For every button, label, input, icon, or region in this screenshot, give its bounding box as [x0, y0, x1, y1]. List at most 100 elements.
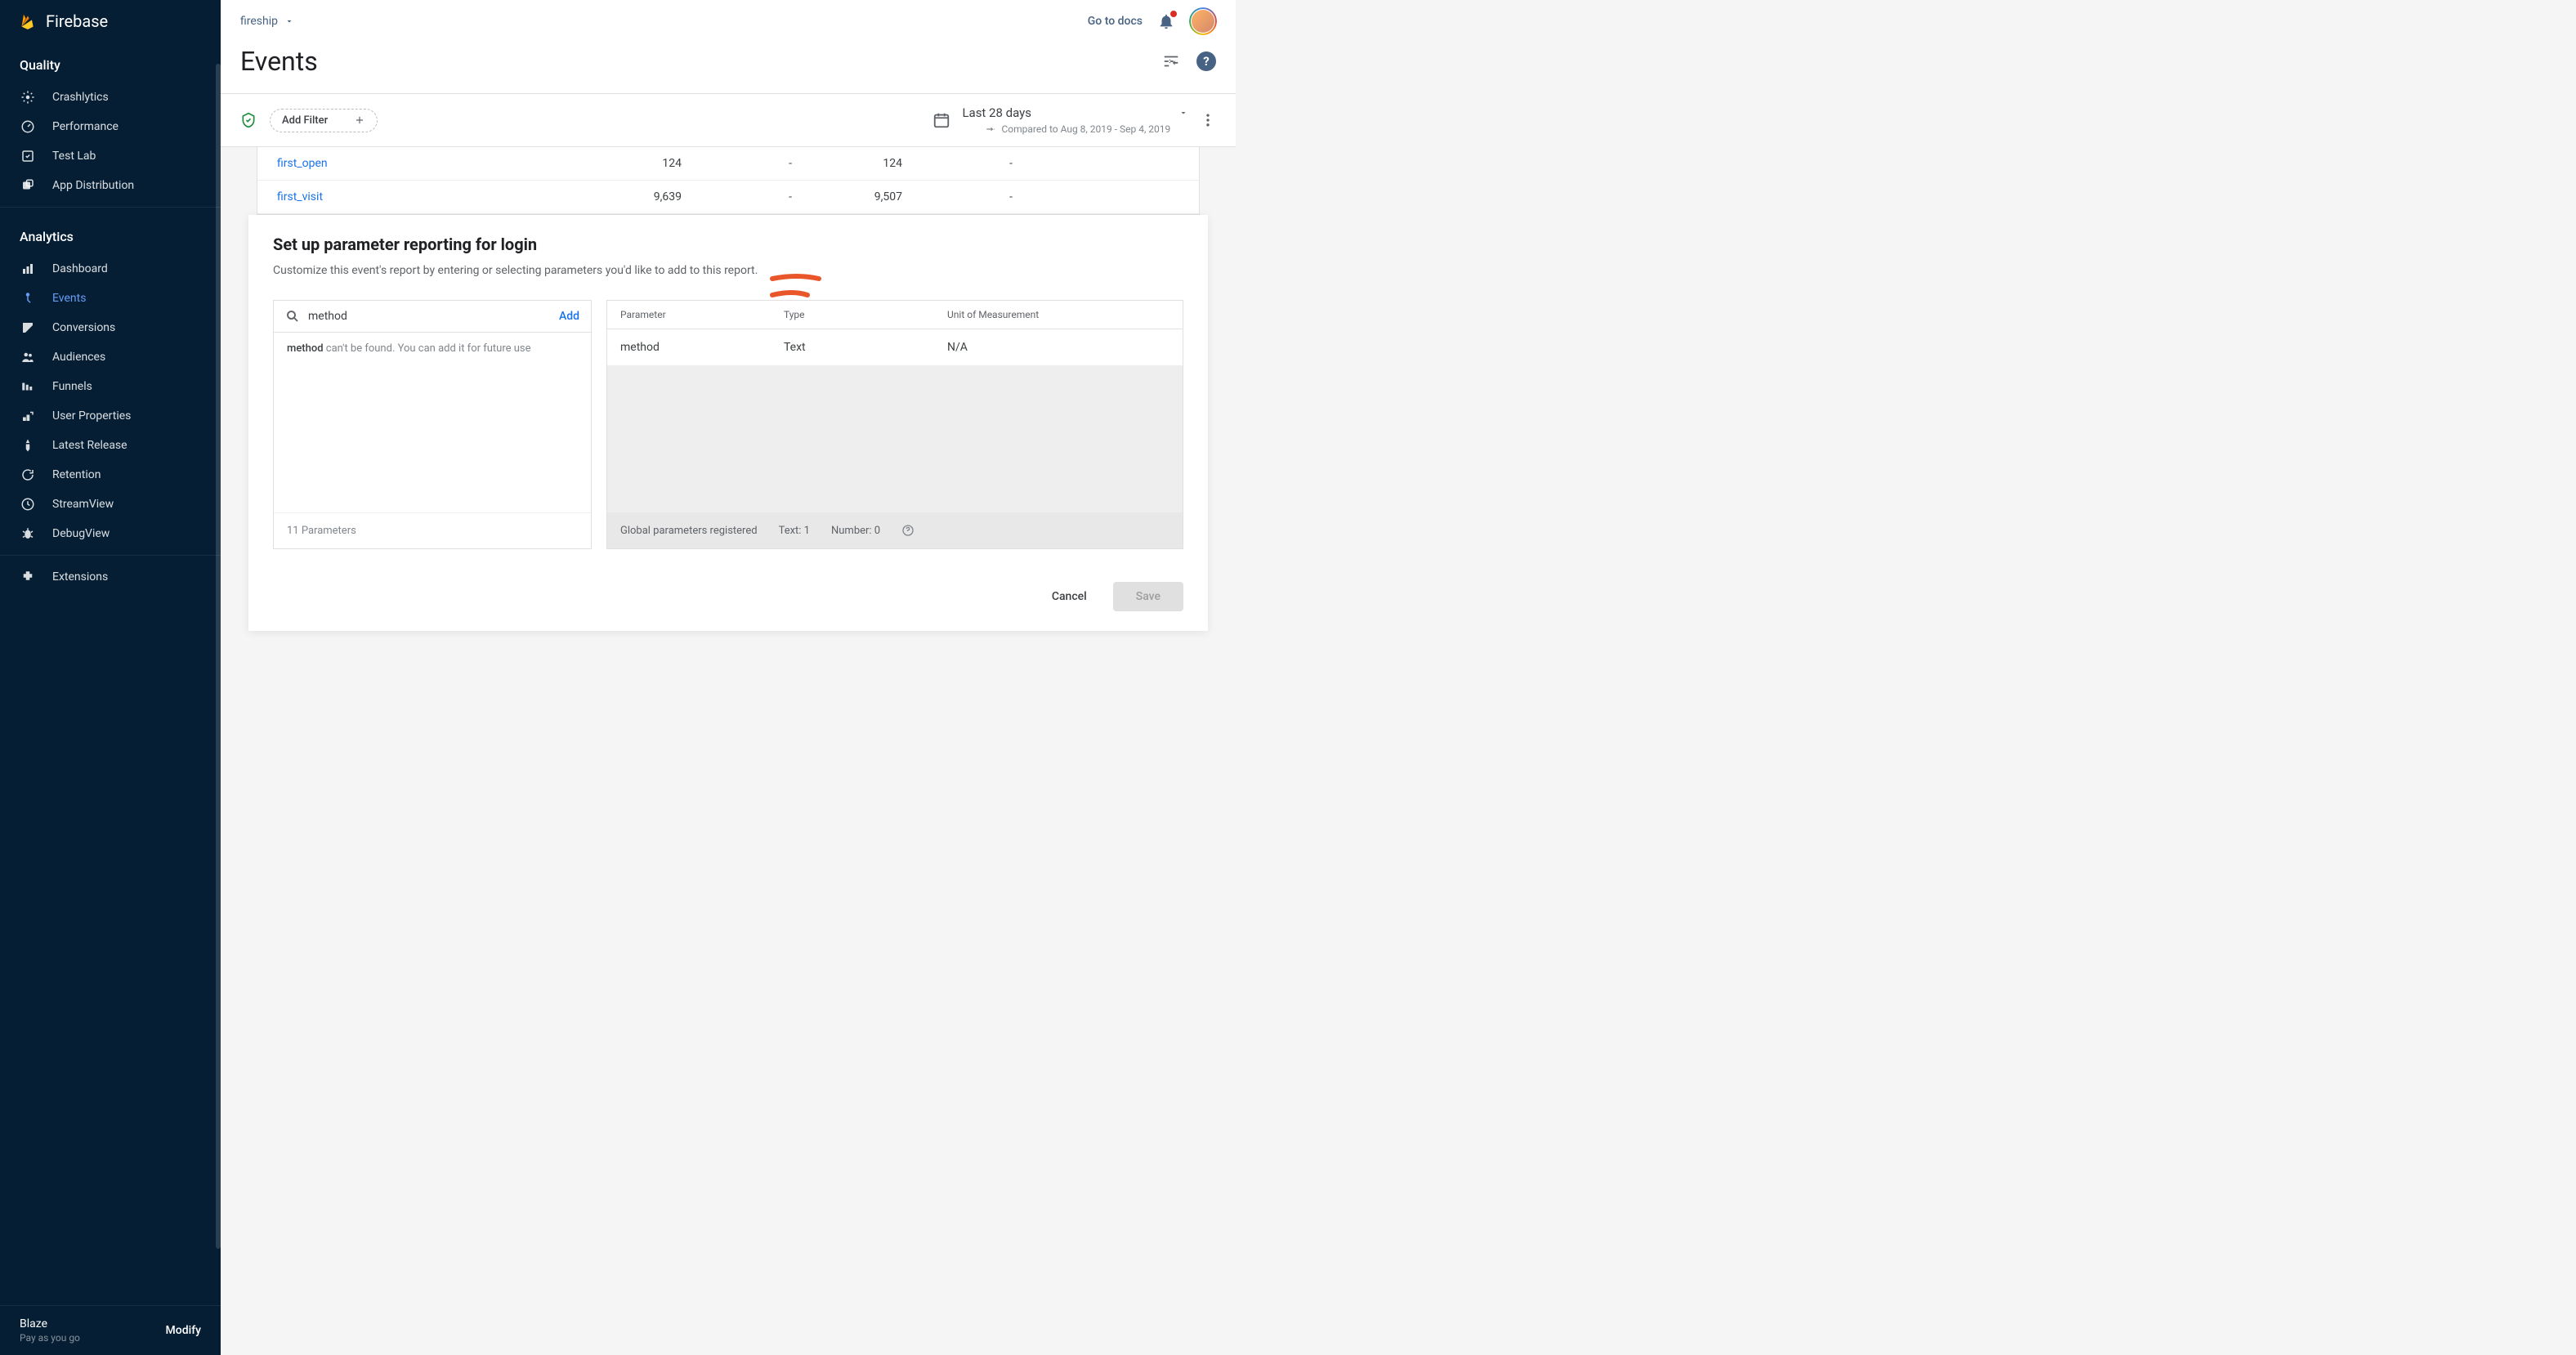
sidebar-item-label: Latest Release [52, 439, 127, 452]
text-count: Text: 1 [779, 525, 810, 537]
chevron-down-icon [1178, 108, 1188, 118]
add-filter-label: Add Filter [282, 114, 328, 127]
sidebar-item-funnels[interactable]: Funnels [0, 372, 221, 401]
debugview-icon [20, 525, 36, 542]
sidebar-item-retention[interactable]: Retention [0, 460, 221, 490]
modify-link[interactable]: Modify [166, 1324, 201, 1337]
table-row[interactable]: first_open 124 - 124 - [257, 147, 1199, 181]
add-filter-button[interactable]: Add Filter [270, 109, 378, 132]
param-name: method [620, 341, 784, 354]
date-range-selector[interactable]: Last 28 days [962, 105, 1188, 120]
col-parameter: Parameter [620, 309, 784, 320]
chevron-down-icon [284, 16, 294, 26]
section-quality-title[interactable]: Quality [0, 42, 221, 83]
funnels-icon [20, 378, 36, 395]
project-selector[interactable]: fireship [240, 15, 294, 28]
filter-bar: Add Filter Last 28 days Compared to Aug … [221, 93, 1236, 147]
retention-icon [20, 467, 36, 483]
param-type: Text [784, 341, 947, 354]
conversions-icon [20, 320, 36, 336]
sidebar-item-app-distribution[interactable]: App Distribution [0, 171, 221, 200]
sidebar-item-label: Performance [52, 120, 119, 133]
help-circle-icon [901, 524, 915, 537]
goto-docs-link[interactable]: Go to docs [1088, 15, 1143, 28]
more-vert-icon [1200, 112, 1216, 128]
sidebar-item-label: DebugView [52, 527, 110, 540]
sidebar-item-performance[interactable]: Performance [0, 112, 221, 141]
event-name-link[interactable]: first_open [277, 157, 571, 170]
plan-desc: Pay as you go [20, 1332, 80, 1344]
project-name: fireship [240, 15, 278, 28]
parameter-search-input[interactable] [308, 310, 551, 323]
cell-value: 124 [792, 157, 902, 170]
save-button[interactable]: Save [1113, 582, 1183, 611]
sidebar-item-label: Extensions [52, 570, 108, 584]
sidebar: Firebase Quality Crashlytics Performance… [0, 0, 221, 1355]
brand-text: Firebase [46, 11, 108, 31]
main: fireship Go to docs Events ? [221, 0, 1236, 1355]
crashlytics-icon [20, 89, 36, 105]
app-distribution-icon [20, 177, 36, 194]
panel-title: Set up parameter reporting for login [273, 235, 1183, 254]
date-range-label: Last 28 days [962, 105, 1031, 120]
cancel-button[interactable]: Cancel [1039, 582, 1100, 611]
panel-subtitle: Customize this event's report by enterin… [273, 264, 1183, 277]
sidebar-item-label: Audiences [52, 351, 105, 364]
sidebar-item-streamview[interactable]: StreamView [0, 490, 221, 519]
event-name-link[interactable]: first_visit [277, 190, 571, 203]
col-type: Type [784, 309, 947, 320]
sidebar-item-label: Events [52, 292, 86, 305]
help-button[interactable]: ? [1196, 51, 1216, 71]
col-unit: Unit of Measurement [947, 309, 1169, 320]
content-area: first_open 124 - 124 - first_visit 9,639… [221, 147, 1236, 1355]
page-header: Events ? [221, 42, 1236, 93]
firebase-logo-icon [20, 13, 36, 29]
date-compare-label: Compared to Aug 8, 2019 - Sep 4, 2019 [1001, 123, 1170, 135]
section-analytics-title[interactable]: Analytics [0, 214, 221, 254]
calendar-icon [932, 111, 950, 129]
dashboard-icon [20, 261, 36, 277]
sidebar-item-extensions[interactable]: Extensions [0, 562, 221, 592]
table-row[interactable]: first_visit 9,639 - 9,507 - [257, 181, 1199, 214]
add-parameter-link[interactable]: Add [559, 310, 579, 323]
cell-value: - [682, 190, 792, 203]
sidebar-item-label: App Distribution [52, 179, 134, 192]
search-not-found-message: method can't be found. You can add it fo… [274, 333, 591, 512]
param-table-row[interactable]: method Text N/A [607, 329, 1183, 365]
sidebar-item-label: Retention [52, 468, 101, 481]
brand-logo[interactable]: Firebase [0, 0, 221, 42]
plan-name: Blaze [20, 1317, 80, 1330]
notifications-button[interactable] [1157, 12, 1175, 30]
more-button[interactable] [1200, 112, 1216, 128]
param-table-footer: Global parameters registered Text: 1 Num… [607, 512, 1183, 548]
shield-check-icon [240, 112, 257, 128]
sidebar-item-label: Funnels [52, 380, 92, 393]
sidebar-item-latest-release[interactable]: Latest Release [0, 431, 221, 460]
sidebar-item-label: StreamView [52, 498, 114, 511]
sidebar-item-test-lab[interactable]: Test Lab [0, 141, 221, 171]
topbar: fireship Go to docs [221, 0, 1236, 42]
compare-arrow-icon [985, 123, 996, 135]
parameter-panel: Set up parameter reporting for login Cus… [248, 215, 1208, 631]
parameter-count: 11 Parameters [274, 512, 591, 548]
sidebar-item-label: Test Lab [52, 150, 96, 163]
sidebar-item-label: Dashboard [52, 262, 108, 275]
sidebar-item-audiences[interactable]: Audiences [0, 342, 221, 372]
cell-value: 9,639 [571, 190, 682, 203]
plan-row: Blaze Pay as you go Modify [0, 1306, 221, 1355]
cell-value: - [902, 190, 1013, 203]
sidebar-item-crashlytics[interactable]: Crashlytics [0, 83, 221, 112]
sidebar-item-dashboard[interactable]: Dashboard [0, 254, 221, 284]
sidebar-item-user-properties[interactable]: User Properties [0, 401, 221, 431]
sidebar-item-conversions[interactable]: Conversions [0, 313, 221, 342]
cell-value: - [682, 157, 792, 170]
audiences-icon [20, 349, 36, 365]
latest-release-icon [20, 437, 36, 454]
avatar[interactable] [1190, 8, 1216, 34]
sidebar-item-debugview[interactable]: DebugView [0, 519, 221, 548]
search-icon [285, 309, 300, 324]
sidebar-item-events[interactable]: Events [0, 284, 221, 313]
events-table: first_open 124 - 124 - first_visit 9,639… [257, 147, 1200, 215]
tune-button[interactable] [1162, 52, 1180, 70]
footer-help-button[interactable] [901, 524, 915, 537]
